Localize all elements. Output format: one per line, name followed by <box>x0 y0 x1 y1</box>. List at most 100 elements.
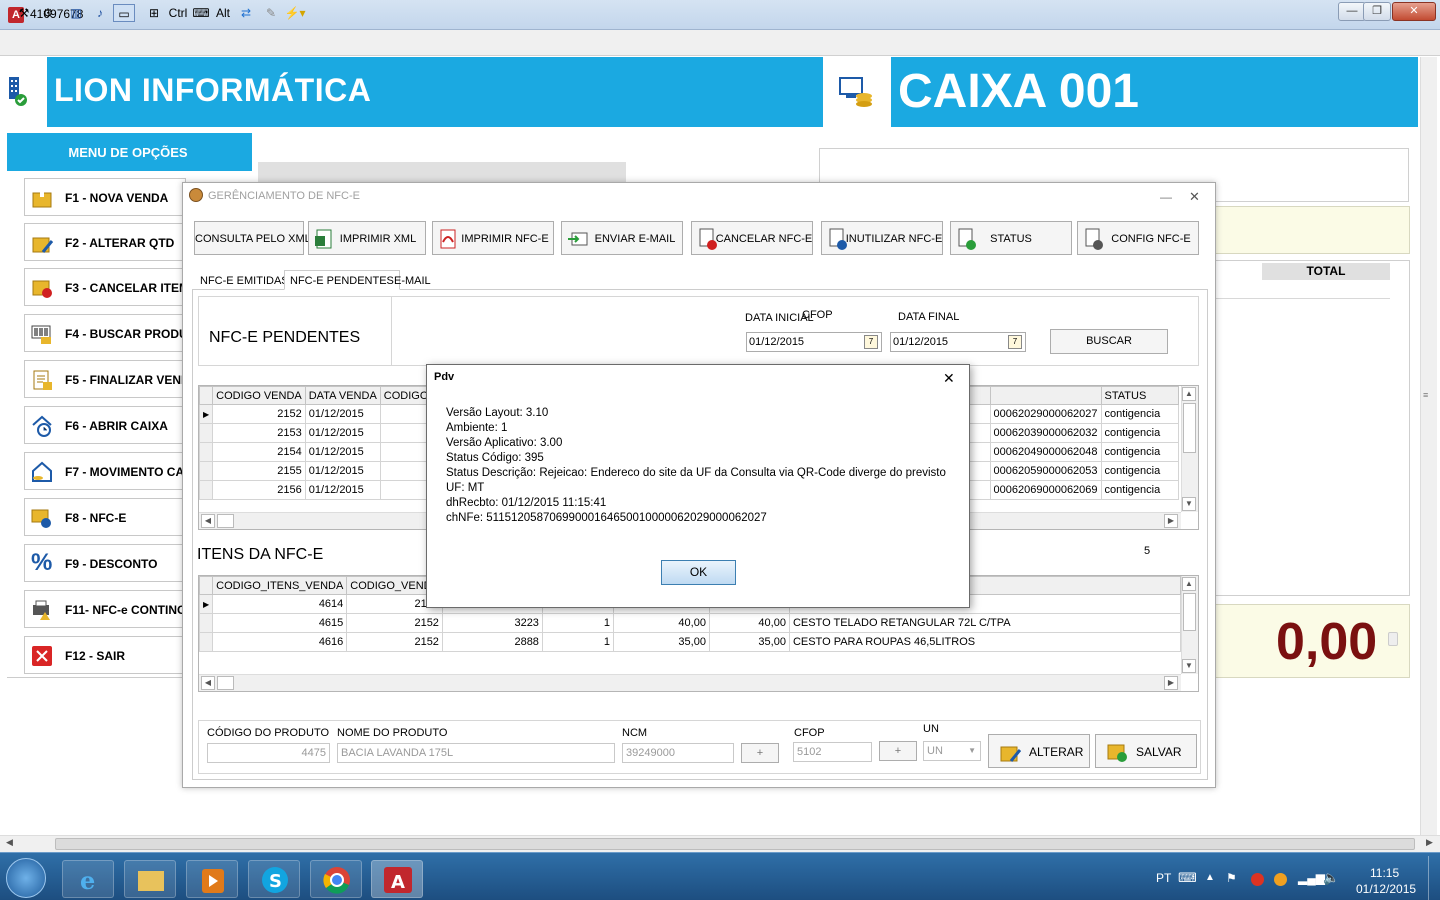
refresh-icon[interactable]: ⇄ <box>237 4 255 22</box>
inutilizar-nfce-button[interactable]: INUTILIZAR NFC-E <box>821 221 943 255</box>
menu-alterar-qtd[interactable]: F2 - ALTERAR QTD <box>24 223 186 261</box>
cfop-input[interactable]: 5102 <box>793 742 872 762</box>
clock-time[interactable]: 11:15 <box>1370 866 1399 880</box>
cfop-plus-button[interactable]: + <box>879 741 917 761</box>
minimize-button[interactable]: — <box>1338 2 1366 21</box>
un-select[interactable]: UN ▼ <box>923 741 981 761</box>
menu-nfce[interactable]: F8 - NFC-E <box>24 498 186 536</box>
status-button[interactable]: STATUS <box>950 221 1072 255</box>
menu-movimento-caixa[interactable]: F7 - MOVIMENTO CAIXA <box>24 452 186 490</box>
scroll-up-icon[interactable]: ▲ <box>1182 577 1196 591</box>
fullscreen-icon[interactable]: ▭ <box>113 4 135 22</box>
calendar-icon[interactable]: 7 <box>1008 335 1022 349</box>
scroll-left-icon[interactable]: ◀ <box>201 514 215 528</box>
table-row[interactable]: 4615 2152 3223 1 40,00 40,00 CESTO TELADO RETA… <box>198 613 1182 633</box>
column-header[interactable]: CODIGO_ITENS_VENDA <box>212 576 348 595</box>
menu-abrir-caixa[interactable]: F6 - ABRIR CAIXA <box>24 406 186 444</box>
nfce-close-button[interactable]: ✕ <box>1189 189 1200 205</box>
menu-sair[interactable]: F12 - SAIR <box>24 636 186 674</box>
pin-settings-icon[interactable]: ⚙ <box>38 4 58 22</box>
keyboard-icon[interactable]: ⌨ <box>192 4 210 22</box>
chrome-icon[interactable] <box>310 860 362 898</box>
cancelar-nfce-button[interactable]: CANCELAR NFC-E <box>691 221 813 255</box>
fit-icon[interactable]: ⊞ <box>145 4 163 22</box>
close-window-button[interactable]: ✕ <box>1392 2 1436 21</box>
menu-nfce-contingencia[interactable]: F11- NFC-e CONTINGÊNCIA <box>24 590 186 628</box>
menu-finalizar-venda[interactable]: F5 - FINALIZAR VENDA <box>24 360 186 398</box>
tab-nfce-pendentes[interactable]: NFC-E PENDENTES <box>284 270 400 290</box>
column-header[interactable]: STATUS <box>1100 386 1180 405</box>
imprimir-xml-button[interactable]: IMPRIMIR XML <box>308 221 426 255</box>
flag-icon[interactable]: ⚑ <box>1226 871 1237 885</box>
clock-date[interactable]: 01/12/2015 <box>1356 882 1416 896</box>
salvar-button[interactable]: SALVAR <box>1095 734 1197 768</box>
tab-email[interactable]: E-MAIL <box>388 270 437 290</box>
dialog-close-button[interactable]: ✕ <box>943 370 955 387</box>
scroll-left-icon[interactable]: ◀ <box>6 837 13 848</box>
codigo-produto-input[interactable]: 4475 <box>207 743 330 763</box>
scroll-thumb[interactable] <box>1183 593 1196 631</box>
scroll-right-icon[interactable]: ▶ <box>1164 676 1178 690</box>
menu-desconto[interactable]: % F9 - DESCONTO <box>24 544 186 582</box>
scroll-down-icon[interactable]: ▼ <box>1182 497 1196 511</box>
menu-cancelar-item[interactable]: F3 - CANCELAR ITEM <box>24 268 186 306</box>
dialog-ok-button[interactable]: OK <box>661 560 736 585</box>
data-inicial-input[interactable]: 01/12/2015 7 <box>746 332 882 352</box>
tools-icon[interactable]: ✎ <box>262 4 280 22</box>
panel-icon[interactable]: ▥ <box>66 4 86 22</box>
scroll-up-icon[interactable]: ▲ <box>1182 387 1196 401</box>
ncm-input[interactable]: 39249000 <box>622 743 734 763</box>
alt-key[interactable]: Alt <box>213 4 233 22</box>
keyboard-icon[interactable]: ⌨ <box>1178 870 1197 886</box>
scroll-down-icon[interactable]: ▼ <box>1182 659 1196 673</box>
calculator-icon[interactable] <box>1388 632 1398 646</box>
pin-icon[interactable]: ⚒ <box>14 4 34 22</box>
internet-explorer-icon[interactable]: e <box>62 860 114 898</box>
tab-nfce-emitidas[interactable]: NFC-E EMITIDAS <box>194 270 295 290</box>
volume-icon[interactable]: 🔈 <box>1323 870 1339 886</box>
power-icon[interactable]: ⚡▾ <box>283 4 307 22</box>
pdv-app-icon[interactable]: A <box>371 860 423 898</box>
network-icon[interactable]: ▂▄▆ <box>1298 871 1325 885</box>
maximize-button[interactable]: ❐ <box>1363 2 1391 21</box>
box-cancel-icon <box>31 277 53 299</box>
column-header[interactable]: DATA VENDA <box>304 386 381 405</box>
menu-nova-venda[interactable]: F1 - NOVA VENDA <box>24 178 186 216</box>
show-desktop-button[interactable] <box>1428 856 1440 900</box>
skype-icon[interactable]: S <box>248 860 300 898</box>
imprimir-nfce-button[interactable]: IMPRIMIR NFC-E <box>432 221 554 255</box>
horizontal-scroll-thumb[interactable] <box>55 838 1415 850</box>
media-player-icon[interactable] <box>186 860 238 898</box>
tray-expand-icon[interactable]: ▲ <box>1205 872 1215 883</box>
itens-horizontal-scrollbar[interactable] <box>199 674 1181 691</box>
config-nfce-button[interactable]: CONFIG NFC-E <box>1077 221 1199 255</box>
scroll-right-icon[interactable]: ▶ <box>1164 514 1178 528</box>
scroll-right-icon[interactable]: ▶ <box>1426 837 1433 848</box>
menu-buscar-produto[interactable]: F4 - BUSCAR PRODUTO <box>24 314 186 352</box>
language-indicator[interactable]: PT <box>1156 871 1171 885</box>
consulta-xml-button[interactable]: CONSULTA PELO XML <box>194 221 311 255</box>
file-explorer-icon[interactable] <box>124 860 176 898</box>
ctrl-key[interactable]: Ctrl <box>167 4 189 22</box>
nfce-minimize-button[interactable]: — <box>1160 190 1172 204</box>
buscar-button[interactable]: BUSCAR <box>1050 329 1168 354</box>
total-column-header: TOTAL <box>1262 263 1390 280</box>
nome-produto-input[interactable]: BACIA LAVANDA 175L <box>337 743 615 763</box>
calendar-icon[interactable]: 7 <box>864 335 878 349</box>
tray-app-icon[interactable] <box>1274 873 1287 886</box>
table-row[interactable]: 4616 2152 2888 1 35,00 35,00 CESTO PARA ROUPAS… <box>198 632 1182 652</box>
scroll-thumb[interactable] <box>217 676 234 690</box>
column-header[interactable]: CODIGO VENDA <box>212 386 306 405</box>
scroll-left-icon[interactable]: ◀ <box>201 676 215 690</box>
enviar-email-button[interactable]: ENVIAR E-MAIL <box>561 221 683 255</box>
sound-icon[interactable]: ♪ <box>90 4 110 22</box>
start-button[interactable] <box>6 858 46 898</box>
nfce-window-icon <box>189 188 203 202</box>
data-final-input[interactable]: 01/12/2015 7 <box>890 332 1026 352</box>
ncm-plus-button[interactable]: + <box>741 743 779 763</box>
mcafee-icon[interactable] <box>1251 873 1264 886</box>
scroll-thumb[interactable] <box>1183 403 1196 453</box>
scroll-thumb[interactable] <box>217 514 234 528</box>
alterar-button[interactable]: ALTERAR <box>988 734 1090 768</box>
vertical-scrollbar[interactable] <box>1420 57 1437 835</box>
